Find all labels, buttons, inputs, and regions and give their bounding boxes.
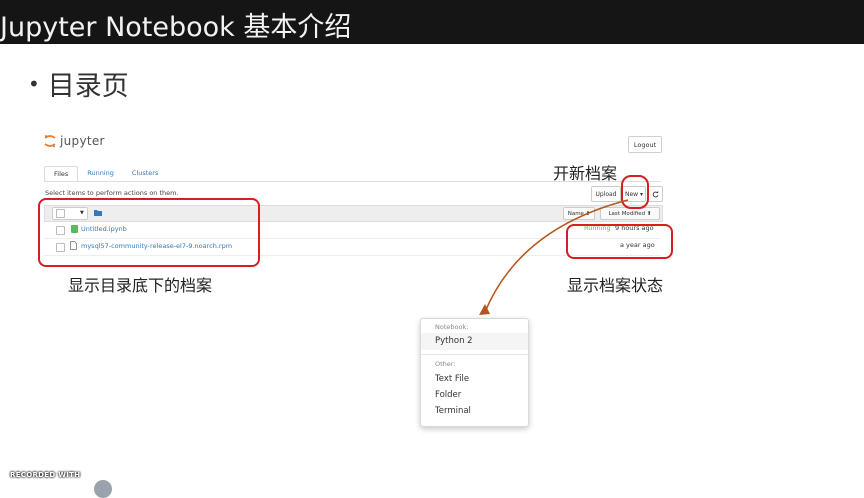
new-dropdown-menu: Notebook: Python 2 Other: Text File Fold… [420,318,529,427]
menu-item-folder[interactable]: Folder [435,390,461,400]
recorder-logo-icon [94,480,112,498]
menu-item-text-file[interactable]: Text File [435,374,469,384]
menu-header-other: Other: [435,360,456,368]
menu-item-terminal[interactable]: Terminal [435,406,471,416]
menu-divider [421,354,528,355]
recorder-watermark: RECORDED WITH [10,471,81,479]
menu-item-label: Python 2 [435,336,473,346]
menu-header-notebook: Notebook: [435,323,469,331]
menu-item-python2[interactable]: Python 2 [421,333,528,350]
